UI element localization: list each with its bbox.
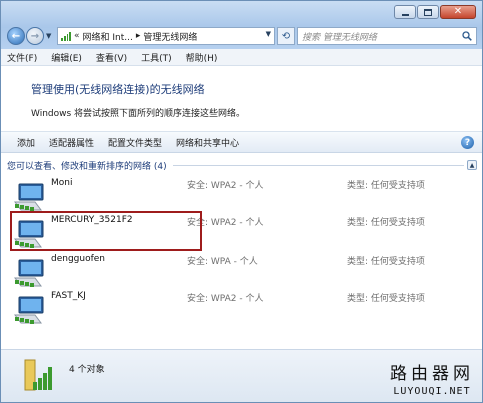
status-bar: 4 个对象 路由器网 LUYOUQI.NET xyxy=(1,349,482,402)
network-name: FAST_KJ xyxy=(51,291,86,301)
refresh-icon: ⟲ xyxy=(281,30,291,42)
group-divider xyxy=(172,164,464,166)
address-bar[interactable]: « 网络和 Int... ▸ 管理无线网络 ▼ xyxy=(57,27,275,45)
network-signal-icon xyxy=(61,31,71,41)
address-dropdown-icon[interactable]: ▼ xyxy=(266,30,271,38)
help-icon[interactable]: ? xyxy=(461,136,474,149)
watermark-en: LUYOUQI.NET xyxy=(393,386,471,397)
window-controls: ✕ xyxy=(394,5,476,19)
search-placeholder: 搜索 管理无线网络 xyxy=(302,32,377,43)
network-security: 安全: WPA2 - 个人 xyxy=(187,181,264,191)
network-name: Moni xyxy=(51,178,73,188)
command-toolbar: 添加 适配器属性 配置文件类型 网络和共享中心 ? xyxy=(1,131,482,153)
network-security: 安全: WPA - 个人 xyxy=(187,257,258,267)
refresh-button[interactable]: ⟲ xyxy=(277,27,295,45)
wireless-network-icon xyxy=(14,259,44,287)
selection-highlight-box xyxy=(10,211,202,251)
object-count: 4 个对象 xyxy=(69,365,105,375)
forward-button[interactable]: → xyxy=(26,27,44,45)
minimize-icon xyxy=(401,13,409,16)
explorer-window: ✕ ← → ▼ « 网络和 Int... ▸ 管理无线网络 ▼ ⟲ 搜索 管理无… xyxy=(0,0,483,403)
watermark-cn: 路由器网 xyxy=(390,364,474,384)
menu-file[interactable]: 文件(F) xyxy=(7,51,37,64)
forward-arrow-icon: → xyxy=(30,30,40,42)
network-name: dengguofen xyxy=(51,254,105,264)
network-row[interactable]: dengguofen 安全: WPA - 个人 类型: 任何受支持项 xyxy=(1,252,482,290)
network-type: 类型: 任何受支持项 xyxy=(347,218,425,228)
network-type: 类型: 任何受支持项 xyxy=(347,181,425,191)
menu-tools[interactable]: 工具(T) xyxy=(141,51,172,64)
recent-pages-dropdown[interactable]: ▼ xyxy=(46,32,54,40)
maximize-icon xyxy=(424,8,432,16)
network-security: 安全: WPA2 - 个人 xyxy=(187,294,264,304)
wireless-network-icon xyxy=(14,296,44,324)
title-bar: ✕ ← → ▼ « 网络和 Int... ▸ 管理无线网络 ▼ ⟲ 搜索 管理无… xyxy=(1,1,482,49)
add-button[interactable]: 添加 xyxy=(17,136,35,149)
page-title: 管理使用(无线网络连接)的无线网络 xyxy=(31,83,205,96)
collapse-icon[interactable]: ▲ xyxy=(467,160,477,170)
menu-help[interactable]: 帮助(H) xyxy=(186,51,218,64)
menu-view[interactable]: 查看(V) xyxy=(96,51,127,64)
navigation-row: ← → ▼ « 网络和 Int... ▸ 管理无线网络 ▼ ⟲ 搜索 管理无线网… xyxy=(7,26,477,46)
breadcrumb-arrow-icon[interactable]: ▸ xyxy=(136,31,141,41)
breadcrumb-network-internet[interactable]: 网络和 Int... xyxy=(83,30,133,43)
wireless-network-icon xyxy=(14,183,44,211)
network-row[interactable]: Moni 安全: WPA2 - 个人 类型: 任何受支持项 xyxy=(1,176,482,214)
address-overflow[interactable]: « xyxy=(74,31,80,41)
search-icon[interactable] xyxy=(462,31,472,41)
watermark-logo: 路由器网 LUYOUQI.NET xyxy=(390,359,474,397)
page-description: Windows 将尝试按照下面所列的顺序连接这些网络。 xyxy=(31,109,246,119)
close-button[interactable]: ✕ xyxy=(440,5,476,19)
menu-bar: 文件(F) 编辑(E) 查看(V) 工具(T) 帮助(H) xyxy=(1,49,482,66)
network-group-header[interactable]: 您可以查看、修改和重新排序的网络 (4) ▲ xyxy=(7,158,477,172)
minimize-button[interactable] xyxy=(394,5,416,19)
group-label: 您可以查看、修改和重新排序的网络 (4) xyxy=(7,161,167,172)
menu-edit[interactable]: 编辑(E) xyxy=(51,51,82,64)
network-type: 类型: 任何受支持项 xyxy=(347,294,425,304)
network-type: 类型: 任何受支持项 xyxy=(347,257,425,267)
profile-types-button[interactable]: 配置文件类型 xyxy=(108,136,162,149)
wireless-folder-icon xyxy=(24,359,52,391)
page-header: 管理使用(无线网络连接)的无线网络 Windows 将尝试按照下面所列的顺序连接… xyxy=(1,66,482,126)
network-sharing-center-button[interactable]: 网络和共享中心 xyxy=(176,136,239,149)
maximize-button[interactable] xyxy=(417,5,439,19)
adapter-properties-button[interactable]: 适配器属性 xyxy=(49,136,94,149)
back-arrow-icon: ← xyxy=(11,30,21,42)
network-row[interactable]: FAST_KJ 安全: WPA2 - 个人 类型: 任何受支持项 xyxy=(1,289,482,327)
breadcrumb-manage-wireless[interactable]: 管理无线网络 xyxy=(143,30,197,43)
back-button[interactable]: ← xyxy=(7,27,25,45)
close-icon: ✕ xyxy=(453,6,463,17)
search-input[interactable]: 搜索 管理无线网络 xyxy=(297,27,477,45)
